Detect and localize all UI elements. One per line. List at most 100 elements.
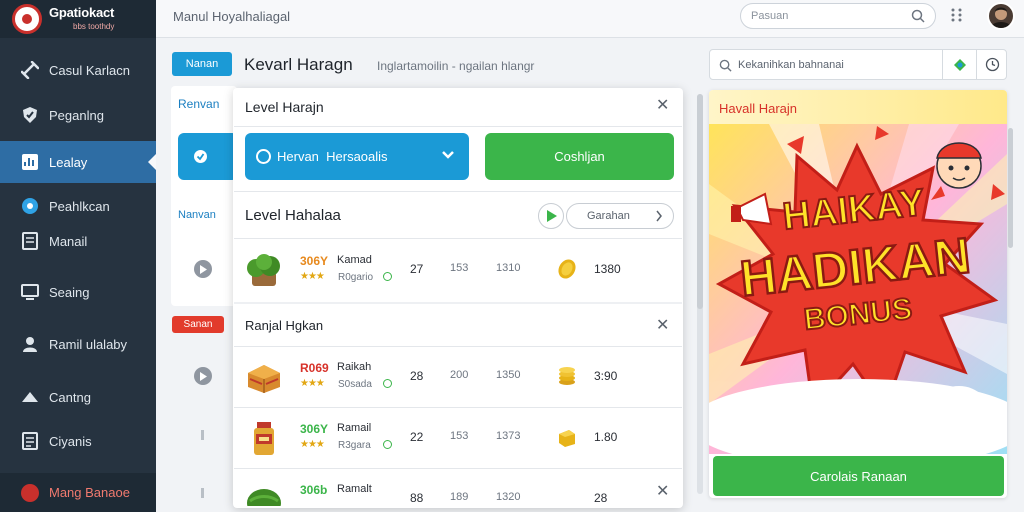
sidebar-item-cantng[interactable]: Cantng bbox=[0, 376, 156, 418]
table-row[interactable]: 306Y Kamad ★★★ R0gario 27 153 1310 1380 bbox=[234, 240, 682, 300]
cell-value: 189 bbox=[450, 491, 469, 503]
clock-icon[interactable] bbox=[985, 57, 1000, 72]
sidebar-item-peganlng[interactable]: Peganlng bbox=[0, 94, 156, 136]
sidebar-item-label: Seaing bbox=[49, 284, 90, 300]
item-code: 306Y bbox=[300, 254, 329, 268]
play-icon bbox=[547, 210, 557, 222]
sidebar-item-label: Cantng bbox=[49, 389, 91, 405]
person-icon bbox=[20, 334, 40, 354]
logo-subtitle: bbs toothdy bbox=[73, 22, 115, 31]
people-icon bbox=[20, 387, 40, 407]
avatar bbox=[20, 483, 40, 503]
divider bbox=[234, 302, 682, 304]
page-title: Kevarl Haragn bbox=[244, 55, 353, 74]
close-icon[interactable]: ✕ bbox=[656, 98, 669, 114]
play-icon[interactable] bbox=[194, 367, 212, 385]
chart-icon bbox=[20, 152, 40, 172]
cell-value: 1373 bbox=[496, 430, 521, 442]
section-dropdown[interactable]: Garahan bbox=[566, 203, 674, 229]
table-row[interactable]: R069 Raikah ★★★ S0sada 28 200 1350 3:90 bbox=[234, 347, 682, 407]
item-name: Kamad bbox=[337, 254, 372, 266]
chevron-down-icon bbox=[442, 151, 454, 159]
broccoli-image bbox=[247, 254, 280, 286]
table-row[interactable]: 306b Ramalt 88 189 1320 28 bbox=[234, 469, 682, 506]
monitor-icon bbox=[20, 282, 40, 302]
coin-icon bbox=[558, 259, 576, 279]
item-code: 306b bbox=[300, 483, 328, 497]
section-title: Level Hahalaa bbox=[245, 207, 341, 224]
table-row[interactable]: 306Y Ramail ★★★ R3gara 22 153 1373 1.80 bbox=[234, 408, 682, 468]
promo-search-input[interactable]: Kekanihkan bahnanai bbox=[709, 49, 1007, 80]
sidebar-footer[interactable]: Mang Banaoe bbox=[0, 473, 156, 512]
search-input[interactable]: Pasuan bbox=[740, 3, 936, 29]
dialog-title: Level Harajn bbox=[245, 99, 324, 115]
cell-value: 28 bbox=[410, 369, 424, 383]
bonus-banner[interactable]: HAIKAY HADIKAN BONUS bbox=[709, 124, 1007, 454]
item-code: 306Y bbox=[300, 422, 329, 436]
logo-mark-icon bbox=[12, 4, 42, 34]
cell-value: 1380 bbox=[594, 262, 621, 276]
cell-value: 28 bbox=[594, 491, 608, 505]
rating-stars-icon: ★★★ bbox=[300, 439, 325, 450]
item-name: Ramalt bbox=[337, 483, 372, 495]
location-icon[interactable] bbox=[953, 58, 967, 72]
sidebar-item-casul[interactable]: Casul Karlacn bbox=[0, 49, 156, 91]
sidebar-item-label: Ciyanis bbox=[49, 433, 92, 449]
divider bbox=[234, 238, 682, 239]
scroll-marker bbox=[201, 488, 204, 498]
sidebar-item-manail[interactable]: Manail bbox=[0, 220, 156, 262]
coin-stack-icon bbox=[559, 367, 575, 385]
sidebar-item-ciyanis[interactable]: Ciyanis bbox=[0, 420, 156, 462]
divider bbox=[234, 126, 682, 127]
close-icon[interactable]: ✕ bbox=[656, 484, 669, 500]
section-dropdown-label: Garahan bbox=[587, 210, 630, 222]
cell-value: 27 bbox=[410, 262, 424, 276]
section-title: Ranjal Hgkan bbox=[245, 318, 324, 333]
search-placeholder: Pasuan bbox=[751, 10, 789, 22]
item-subtitle: S0sada bbox=[338, 379, 372, 390]
status-badge-red[interactable]: Sanan bbox=[172, 316, 224, 333]
confirm-button[interactable]: Coshljan bbox=[485, 133, 674, 180]
search-icon bbox=[911, 9, 925, 23]
check-circle-icon bbox=[194, 150, 207, 163]
select-label: Hervan Hersaoalis bbox=[277, 149, 388, 164]
item-code: R069 bbox=[300, 361, 329, 375]
status-badge[interactable]: Nanan bbox=[172, 52, 232, 76]
sidebar-item-lealay[interactable]: Lealay bbox=[0, 141, 156, 183]
logo-title: Gpatiokact bbox=[49, 5, 115, 20]
play-icon[interactable] bbox=[194, 260, 212, 278]
tab-renvan[interactable]: Renvan bbox=[178, 97, 219, 111]
cell-value: 1350 bbox=[496, 369, 521, 381]
promo-scrollbar-thumb[interactable] bbox=[1008, 128, 1013, 248]
play-button[interactable] bbox=[538, 203, 564, 229]
search-icon bbox=[719, 59, 732, 72]
scrollbar-thumb[interactable] bbox=[697, 94, 703, 309]
promo-claim-button[interactable]: Carolais Ranaan bbox=[713, 456, 1004, 496]
scroll-marker bbox=[201, 430, 204, 440]
sidebar: Gpatiokact bbs toothdy Casul Karlacn Peg… bbox=[0, 0, 156, 512]
divider bbox=[234, 191, 682, 192]
sidebar-item-seaing[interactable]: Seaing bbox=[0, 271, 156, 313]
sidebar-item-label: Peahlkcan bbox=[49, 198, 110, 214]
rating-stars-icon: ★★★ bbox=[300, 271, 325, 282]
sidebar-item-label: Casul Karlacn bbox=[49, 62, 130, 78]
close-icon[interactable]: ✕ bbox=[656, 318, 669, 334]
item-name: Ramail bbox=[337, 422, 372, 434]
divider bbox=[976, 50, 977, 79]
apps-grid-icon[interactable] bbox=[950, 6, 964, 24]
melon-image bbox=[247, 489, 281, 506]
sidebar-footer-item[interactable]: Mang Banaoe bbox=[0, 473, 156, 512]
app-logo[interactable]: Gpatiokact bbs toothdy bbox=[0, 0, 156, 38]
status-dot-icon bbox=[383, 272, 392, 281]
breadcrumb[interactable]: Manul Hoyalhaliagal bbox=[173, 9, 290, 24]
cell-value: 3:90 bbox=[594, 369, 618, 383]
cell-value: 1.80 bbox=[594, 430, 618, 444]
sidebar-item-label: Ramil ulalaby bbox=[49, 336, 128, 352]
level-select[interactable]: Hervan Hersaoalis bbox=[245, 133, 469, 180]
user-avatar[interactable] bbox=[987, 2, 1015, 30]
background-blue-button[interactable] bbox=[178, 133, 238, 180]
document-icon bbox=[20, 231, 40, 251]
gold-block-icon bbox=[559, 430, 575, 447]
sidebar-item-ramil[interactable]: Ramil ulalaby bbox=[0, 323, 156, 365]
section-label: Nanvan bbox=[178, 209, 216, 221]
